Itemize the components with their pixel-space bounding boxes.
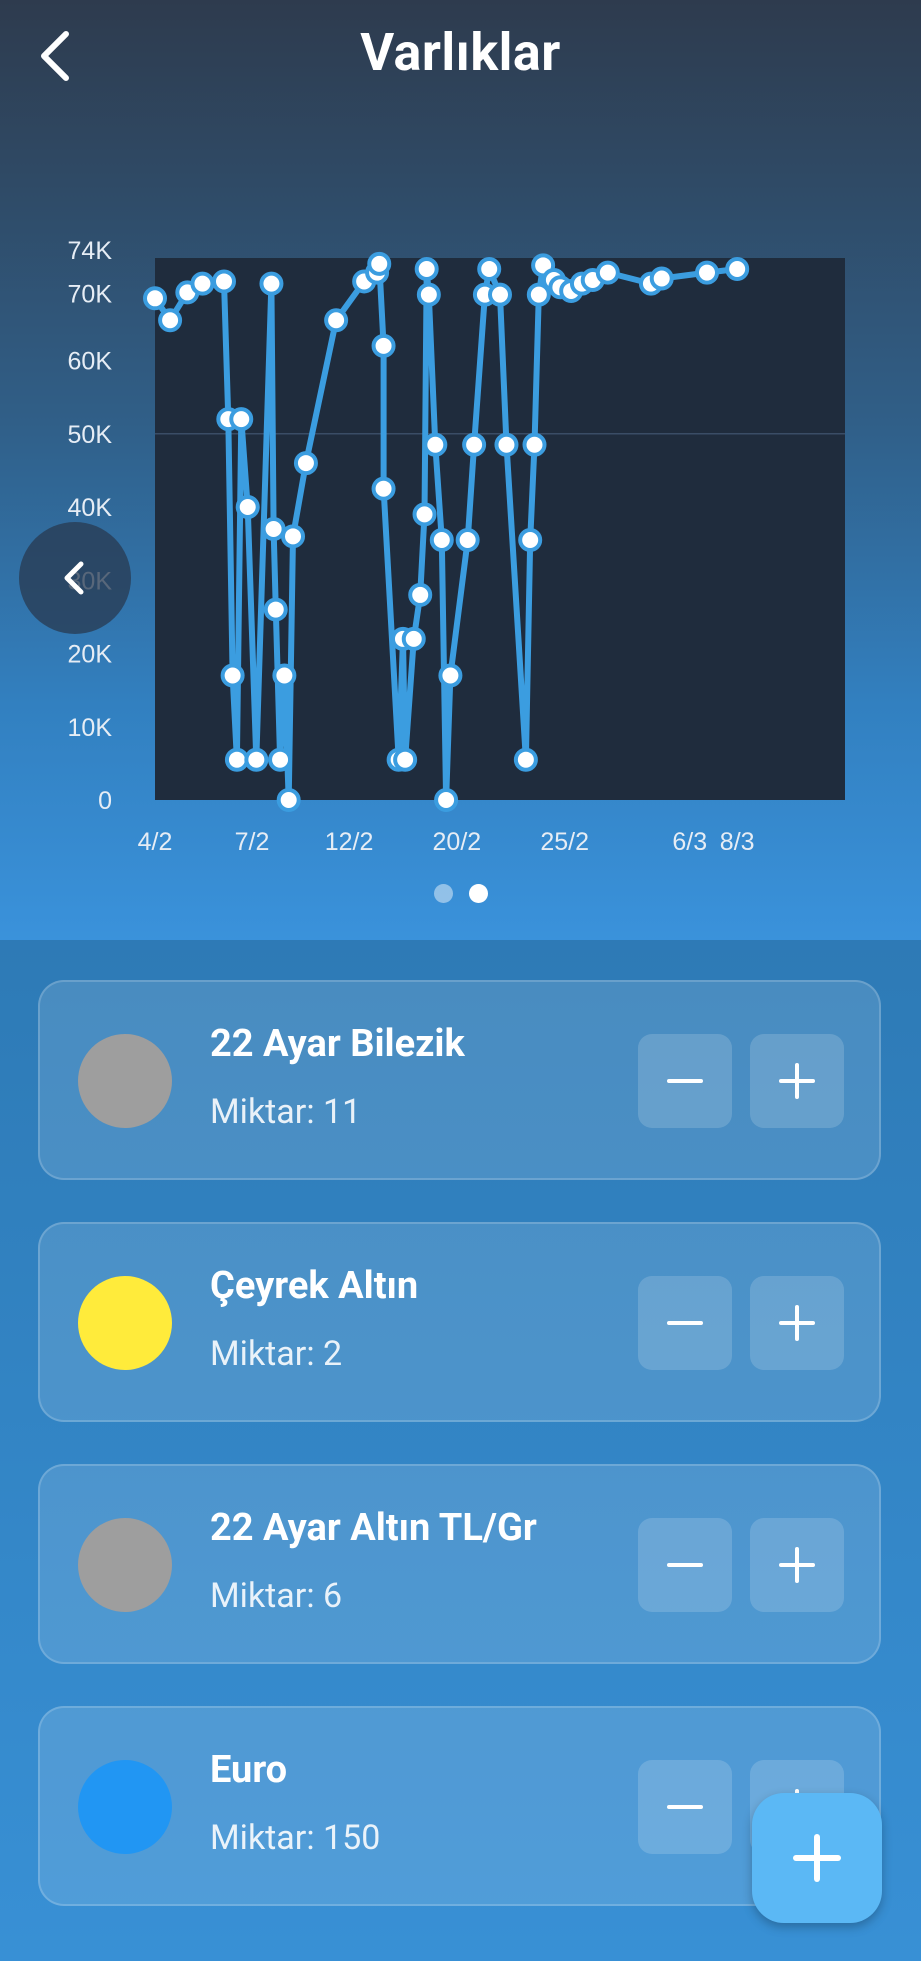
data-point [434,788,459,812]
increment-button[interactable] [750,1276,844,1370]
data-point [401,626,426,651]
asset-color-avatar [78,1760,172,1854]
header-panel: Varlıklar 010K20K30K40K50K60K70K74K4/27/… [0,0,921,940]
y-tick-label: 40K [68,494,113,522]
data-point [259,271,284,296]
decrement-button[interactable] [638,1034,732,1128]
x-tick-label: 6/3 [672,828,707,856]
data-point [416,282,441,307]
decrement-button[interactable] [638,1276,732,1370]
x-tick-label: 12/2 [325,828,374,856]
asset-color-avatar [78,1276,172,1370]
plus-icon [793,1834,841,1882]
minus-icon [667,1321,703,1325]
data-point [725,256,750,281]
data-point [695,260,719,285]
data-point [522,432,547,457]
y-tick-label: 0 [98,787,112,815]
asset-color-avatar [78,1034,172,1128]
chart-previous-button[interactable] [19,522,131,634]
data-point [595,260,620,285]
decrement-button[interactable] [638,1760,732,1854]
data-point [513,747,538,772]
minus-icon [667,1079,703,1083]
data-point [158,308,183,333]
y-tick-label: 20K [68,641,113,669]
increment-button[interactable] [750,1518,844,1612]
page-title: Varlıklar [360,22,561,83]
data-point [244,747,269,772]
asset-name: 22 Ayar Bilezik [210,1022,465,1066]
data-point [455,527,480,552]
y-tick-label: 10K [68,714,113,742]
data-point [263,597,288,622]
asset-card[interactable]: 22 Ayar Bilezik Miktar: 11 [38,980,881,1180]
asset-name: 22 Ayar Altın TL/Gr [210,1506,537,1550]
y-tick-label: 74K [68,237,113,265]
data-point [494,432,519,457]
minus-icon [667,1805,703,1809]
pager-dot[interactable] [433,884,453,903]
y-tick-label: 70K [68,280,113,308]
data-point [488,282,512,307]
data-point [414,256,439,281]
minus-icon [667,1563,703,1567]
data-point [371,476,396,501]
plus-icon [779,1547,815,1583]
data-point [371,333,396,358]
asset-card[interactable]: Çeyrek Altın Miktar: 2 [38,1222,881,1422]
asset-name: Euro [210,1748,288,1792]
asset-quantity: Miktar: 2 [210,1334,343,1374]
asset-card[interactable]: 22 Ayar Altın TL/Gr Miktar: 6 [38,1464,881,1664]
data-point [190,271,215,296]
plus-icon [779,1305,815,1341]
data-point [518,527,543,552]
x-tick-label: 25/2 [540,828,589,856]
data-point [220,663,245,688]
data-point [429,527,454,552]
data-point [393,747,418,772]
asset-name: Çeyrek Altın [210,1264,419,1308]
x-tick-label: 8/3 [720,828,755,856]
asset-value-chart: 010K20K30K40K50K60K70K74K4/27/212/220/22… [68,237,845,856]
data-point [324,308,349,333]
chart-pager [0,884,921,907]
plus-icon [779,1063,815,1099]
y-tick-label: 50K [68,421,113,449]
data-point [477,256,502,281]
data-point [276,788,301,812]
x-tick-label: 4/2 [138,828,173,856]
decrement-button[interactable] [638,1518,732,1612]
data-point [261,517,286,541]
data-point [143,286,167,311]
data-point [281,524,305,549]
data-point [224,747,249,772]
data-point [235,495,260,520]
data-point [268,747,293,772]
y-tick-label: 60K [68,348,113,376]
pager-dot-active[interactable] [468,884,488,903]
data-point [272,663,297,688]
increment-button[interactable] [750,1034,844,1128]
data-point [423,432,448,457]
data-point [408,582,433,607]
x-tick-label: 20/2 [433,828,482,856]
data-point [367,251,392,276]
data-point [229,407,254,432]
x-tick-label: 7/2 [235,828,270,856]
asset-color-avatar [78,1518,172,1612]
data-point [438,663,463,688]
asset-quantity: Miktar: 11 [210,1092,362,1132]
data-point [212,269,236,294]
data-point [649,266,674,291]
data-point [462,432,487,457]
asset-quantity: Miktar: 6 [210,1576,343,1616]
data-point [412,502,437,527]
add-asset-button[interactable] [752,1793,882,1923]
asset-quantity: Miktar: 150 [210,1818,381,1858]
data-point [293,451,318,476]
top-bar: Varlıklar [0,0,921,115]
chevron-left-icon [64,561,84,595]
